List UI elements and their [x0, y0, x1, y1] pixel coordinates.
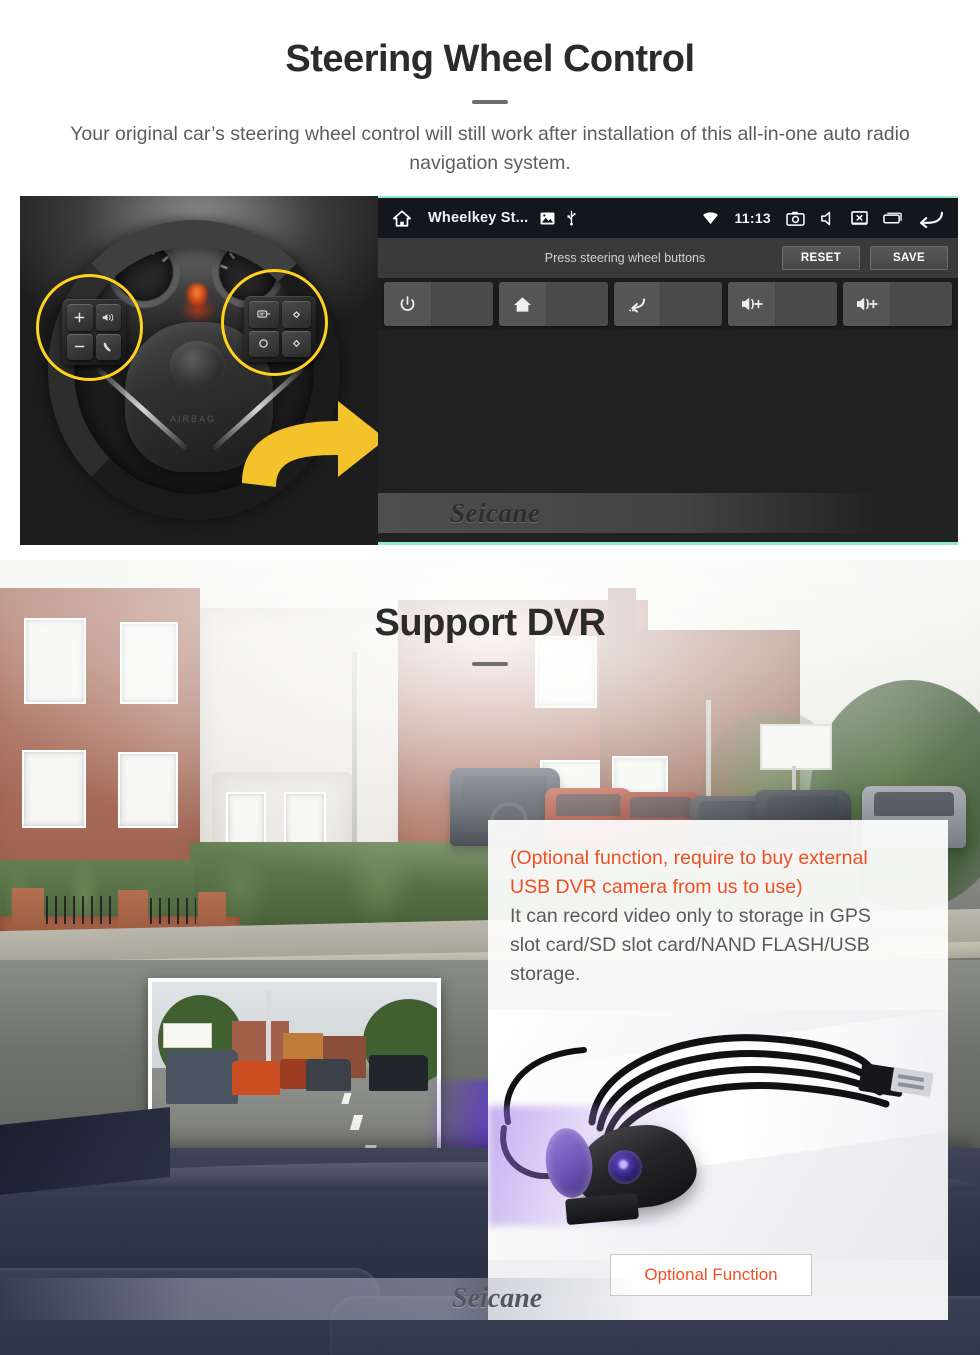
dvr-body-line-2: slot card/SD slot card/NAND FLASH/USB [510, 934, 870, 956]
back-arrow-icon[interactable] [917, 209, 944, 228]
preview-car-dark [305, 1059, 352, 1092]
key-mapping-value [661, 282, 723, 326]
key-mapping-value [431, 282, 493, 326]
image-icon [540, 211, 555, 225]
recents-icon[interactable] [883, 211, 902, 225]
dvr-body-line-3: storage. [510, 963, 581, 985]
usb-icon [566, 210, 577, 226]
action-bar: Press steering wheel buttons RESET SAVE [378, 238, 958, 278]
key-mapping-value [776, 282, 838, 326]
display-off-icon[interactable] [851, 210, 868, 226]
airbag-cover [170, 341, 225, 389]
status-bar: Wheelkey St... 11:13 [378, 198, 958, 238]
key-mapping-volume-up[interactable] [728, 282, 838, 326]
dvr-title-divider [472, 662, 508, 666]
key-mapping-row [378, 278, 958, 330]
preview-car-red [231, 1061, 281, 1096]
yellow-arrow-icon [230, 391, 378, 491]
usb-dvr-camera-photo [488, 1001, 948, 1260]
speaker-mute-icon[interactable] [820, 211, 836, 226]
dvr-title: Support DVR [374, 602, 606, 644]
page-title: Steering Wheel Control [285, 38, 695, 80]
back-dotted-icon [613, 282, 662, 326]
reset-button[interactable]: RESET [782, 246, 860, 270]
steering-wheel-control-section: Steering Wheel Control Your original car… [0, 0, 980, 560]
title-divider [472, 100, 508, 104]
highlight-circle-right [221, 269, 328, 376]
key-mapping-value [546, 282, 608, 326]
dvr-description: (Optional function, require to buy exter… [510, 844, 928, 989]
home-icon [498, 282, 547, 326]
volume-up-icon [843, 282, 892, 326]
clock: 11:13 [734, 210, 771, 226]
headunit-watermark-bar: Seicane [378, 493, 883, 533]
brand-watermark: Seicane [450, 497, 541, 528]
airbag-label: AIRBAG [170, 414, 217, 424]
android-head-unit-screen[interactable]: Wheelkey St... 11:13 Press steering whee… [378, 196, 958, 545]
camera-lens-glint [619, 1160, 628, 1169]
highlight-circle-left [36, 274, 143, 381]
key-mapping-back[interactable] [613, 282, 723, 326]
dvr-body-line-1: It can record video only to storage in G… [510, 905, 871, 927]
power-icon [384, 282, 432, 326]
dvr-note-line-2: USB DVR camera from us to use) [510, 876, 803, 898]
instruction-text: Press steering wheel buttons [544, 251, 706, 265]
wifi-icon [702, 211, 719, 225]
empty-mapping-area: Seicane [378, 330, 958, 542]
dvr-watermark-bar: Seicane [0, 1278, 640, 1320]
preview-car-oncoming [368, 1054, 429, 1092]
screenshot-camera-icon[interactable] [786, 211, 805, 226]
preview-lamp-post [266, 990, 271, 1064]
key-mapping-power[interactable] [384, 282, 493, 326]
steering-wheel-photo: AIRBAG [20, 196, 378, 545]
brand-watermark: Seicane [452, 1283, 543, 1314]
save-button[interactable]: SAVE [870, 246, 948, 270]
preview-car-suv [166, 1050, 238, 1104]
optional-function-button[interactable]: Optional Function [610, 1254, 812, 1296]
page-subtitle: Your original car’s steering wheel contr… [70, 123, 910, 174]
app-title: Wheelkey St... [428, 210, 529, 226]
key-mapping-value [891, 282, 952, 326]
key-mapping-home[interactable] [498, 282, 608, 326]
key-mapping-volume-up-2[interactable] [843, 282, 952, 326]
dvr-info-panel: (Optional function, require to buy exter… [488, 820, 948, 1320]
volume-up-icon [728, 282, 777, 326]
preview-road-sign [163, 1022, 212, 1049]
dvr-note-line-1: (Optional function, require to buy exter… [510, 847, 868, 869]
home-icon[interactable] [392, 209, 412, 228]
